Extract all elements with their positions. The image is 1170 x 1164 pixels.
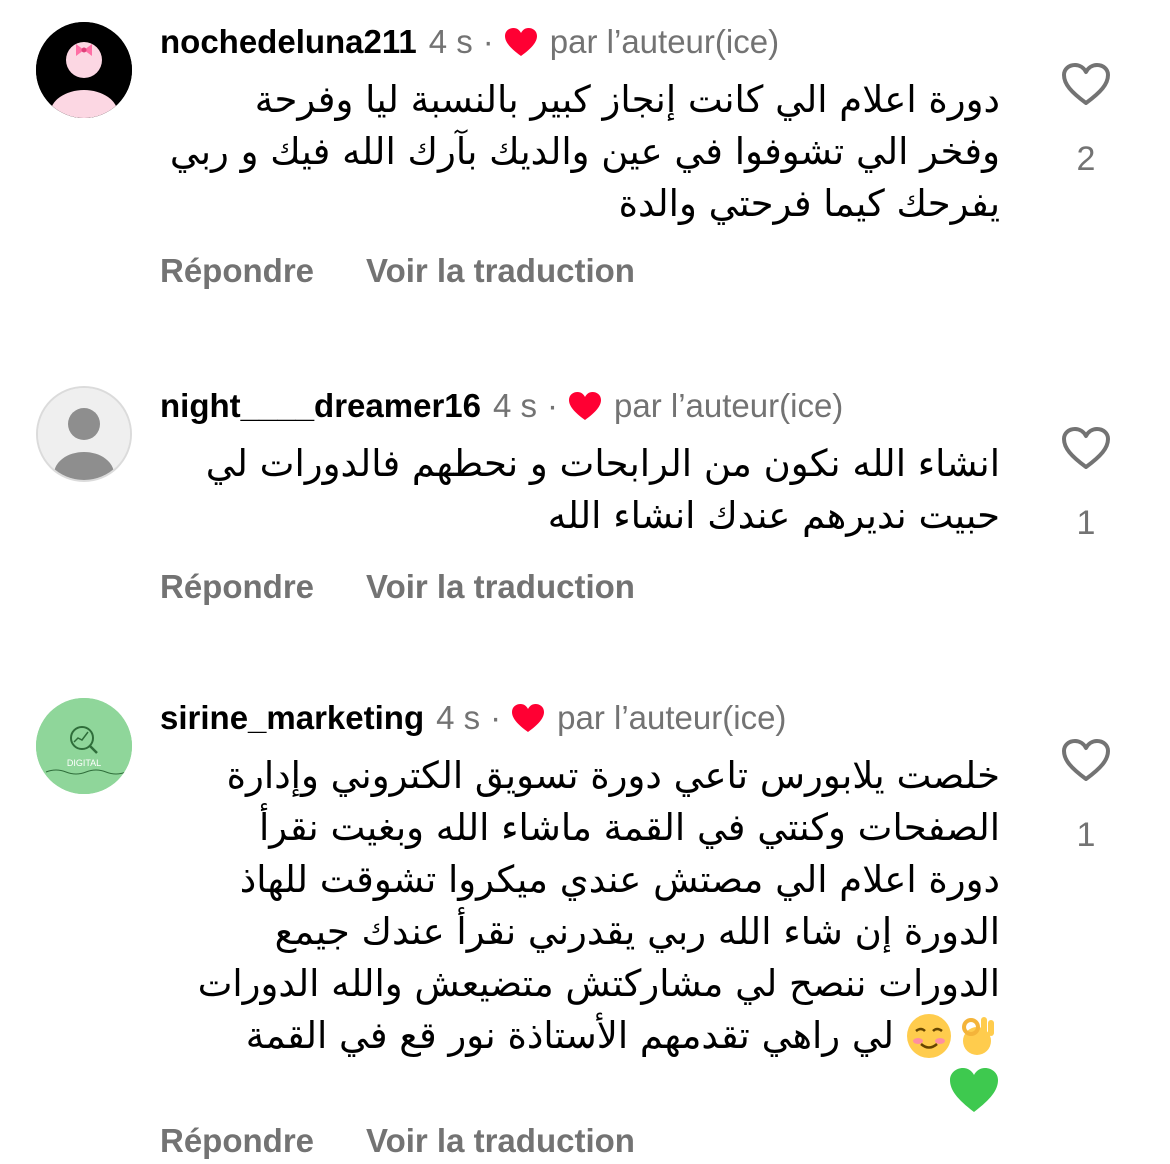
like-count: 1 — [1076, 504, 1096, 542]
heart-outline-icon[interactable] — [1061, 62, 1111, 106]
ok-hand-emoji-icon — [962, 1017, 994, 1055]
username[interactable]: sirine_marketing — [160, 698, 424, 738]
comment-text-line — [948, 1062, 1000, 1114]
heart-filled-icon — [569, 392, 602, 420]
see-translation-button[interactable]: Voir la traduction — [366, 1122, 635, 1160]
avatar[interactable]: DIGITAL — [36, 698, 132, 794]
timestamp: 4 s — [436, 699, 481, 736]
comment-text-line: الدورات ننصح لي مشاركتش متضيعش والله الد… — [197, 962, 1000, 1005]
avatar[interactable] — [36, 22, 132, 118]
liked-by-author-label: par l’auteur(ice) — [557, 699, 787, 736]
reply-button[interactable]: Répondre — [160, 252, 314, 290]
heart-outline-icon[interactable] — [1061, 738, 1111, 782]
comment-actions: Répondre Voir la traduction — [160, 1122, 1020, 1160]
green-heart-emoji-icon — [950, 1067, 998, 1112]
comment-text: دورة اعلام الي كانت إنجاز كبير بالنسبة ل… — [160, 74, 1000, 230]
like-control: 1 — [1060, 738, 1112, 855]
smiling-face-emoji-icon — [907, 1014, 951, 1058]
separator: · — [547, 387, 559, 424]
avatar-text: DIGITAL — [66, 758, 102, 768]
username[interactable]: night____dreamer16 — [160, 386, 481, 426]
heart-outline-icon[interactable] — [1061, 426, 1111, 470]
heart-filled-icon — [504, 28, 537, 56]
timestamp: 4 s — [493, 387, 538, 424]
comment-body: night____dreamer16 4 s · par l’auteur(ic… — [160, 386, 1020, 606]
comment-actions: Répondre Voir la traduction — [160, 252, 1020, 290]
like-control: 2 — [1060, 62, 1112, 179]
like-control: 1 — [1060, 426, 1112, 543]
comment-text-line: دورة اعلام الي كانت إنجاز كبير بالنسبة ل… — [254, 78, 1000, 121]
comment-body: nochedeluna211 4 s · par l’auteur(ice) د… — [160, 22, 1020, 290]
avatar[interactable] — [36, 386, 132, 482]
comment-text-line: حبيت نديرهم عندك انشاء الله — [547, 494, 1000, 537]
separator: · — [482, 23, 494, 60]
comment-text-line: لي راهي تقدمهم الأستاذة نور قع في القمة — [236, 1010, 1000, 1062]
liked-by-author-label: par l’auteur(ice) — [549, 23, 780, 60]
like-count: 1 — [1076, 816, 1096, 854]
comment-text-line: خلصت يلابورس تاعي دورة تسويق الكتروني وإ… — [226, 754, 1000, 797]
comment-text-line: وفخر الي تشوفوا في عين والديك بآرك الله … — [169, 130, 1000, 173]
liked-by-author-label: par l’auteur(ice) — [614, 387, 844, 424]
comment-text-line: دورة اعلام الي مصتش عندي ميكروا تشوقت لل… — [239, 858, 1000, 901]
separator: · — [490, 699, 502, 736]
comment-header: nochedeluna211 4 s · par l’auteur(ice) — [160, 22, 1020, 62]
see-translation-button[interactable]: Voir la traduction — [366, 568, 635, 606]
reply-button[interactable]: Répondre — [160, 1122, 314, 1160]
comment-text: انشاء الله نكون من الرابحات و نحطهم فالد… — [160, 438, 1000, 542]
comment-header: sirine_marketing 4 s · par l’auteur(ice) — [160, 698, 1020, 738]
comment-text-line: يفرحك كيما فرحتي والدة — [618, 182, 1000, 225]
comment-header: night____dreamer16 4 s · par l’auteur(ic… — [160, 386, 1020, 426]
username[interactable]: nochedeluna211 — [160, 22, 417, 62]
heart-filled-icon — [512, 704, 545, 732]
comment-text-line: الدورة إن شاء الله ربي يقدرني نقرأ عندك … — [274, 910, 1000, 953]
comment-body: sirine_marketing 4 s · par l’auteur(ice)… — [160, 698, 1020, 1160]
comment-actions: Répondre Voir la traduction — [160, 568, 1020, 606]
comment-text-line: انشاء الله نكون من الرابحات و نحطهم فالد… — [205, 442, 1000, 485]
see-translation-button[interactable]: Voir la traduction — [366, 252, 635, 290]
comment-text: خلصت يلابورس تاعي دورة تسويق الكتروني وإ… — [160, 750, 1000, 1114]
digital-marketing-avatar-icon — [36, 698, 132, 794]
comment-text-line: الصفحات وكنتي في القمة ماشاء الله وبغيت … — [259, 806, 1000, 849]
timestamp: 4 s — [428, 23, 473, 60]
comment-text-line-content: لي راهي تقدمهم الأستاذة نور قع في القمة — [245, 1014, 894, 1057]
like-count: 2 — [1076, 140, 1096, 178]
reply-button[interactable]: Répondre — [160, 568, 314, 606]
default-user-icon — [38, 388, 130, 480]
pink-bow-avatar-icon — [36, 22, 132, 118]
